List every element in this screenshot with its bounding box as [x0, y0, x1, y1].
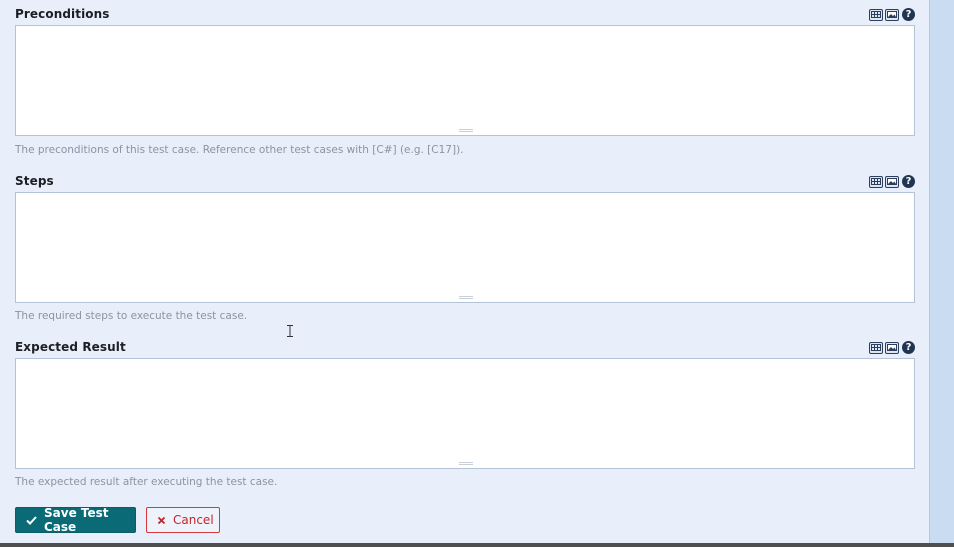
- image-icon[interactable]: [885, 341, 899, 354]
- image-icon[interactable]: [885, 8, 899, 21]
- cancel-label: Cancel: [173, 513, 214, 527]
- resize-handle[interactable]: [459, 462, 473, 465]
- expected-result-hint: The expected result after executing the …: [15, 476, 278, 488]
- expected-result-toolbar: ?: [869, 341, 915, 354]
- right-side-panel: [929, 0, 954, 543]
- table-icon[interactable]: [869, 341, 883, 354]
- text-cursor-icon: [287, 325, 293, 337]
- expected-result-textarea[interactable]: [15, 358, 915, 469]
- expected-result-label: Expected Result: [15, 340, 126, 354]
- check-icon: [26, 515, 37, 525]
- steps-toolbar: ?: [869, 175, 915, 188]
- help-icon[interactable]: ?: [902, 341, 915, 354]
- resize-handle[interactable]: [459, 129, 473, 132]
- preconditions-textarea[interactable]: [15, 25, 915, 136]
- table-icon[interactable]: [869, 175, 883, 188]
- cancel-button[interactable]: Cancel: [146, 507, 220, 533]
- preconditions-label: Preconditions: [15, 7, 110, 21]
- bottom-edge: [0, 543, 954, 547]
- resize-handle[interactable]: [459, 296, 473, 299]
- help-icon[interactable]: ?: [902, 8, 915, 21]
- preconditions-hint: The preconditions of this test case. Ref…: [15, 144, 464, 156]
- steps-textarea[interactable]: [15, 192, 915, 303]
- close-icon: [157, 516, 166, 525]
- steps-label: Steps: [15, 174, 54, 188]
- table-icon[interactable]: [869, 8, 883, 21]
- help-icon[interactable]: ?: [902, 175, 915, 188]
- test-case-form: Preconditions ? The preconditions of thi…: [0, 0, 929, 543]
- save-test-case-button[interactable]: Save Test Case: [15, 506, 136, 534]
- steps-hint: The required steps to execute the test c…: [15, 310, 248, 322]
- save-label: Save Test Case: [44, 506, 109, 534]
- preconditions-toolbar: ?: [869, 8, 915, 21]
- image-icon[interactable]: [885, 175, 899, 188]
